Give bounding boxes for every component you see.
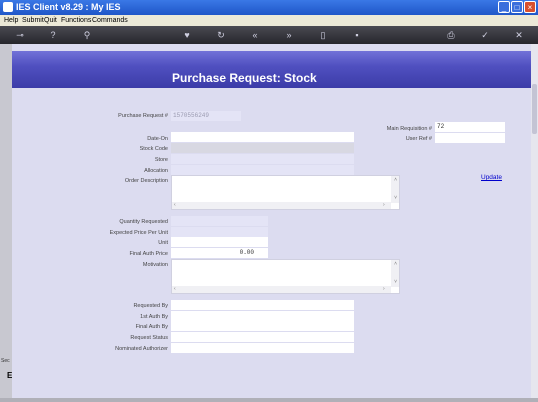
refresh-icon[interactable]: ↻	[214, 29, 228, 41]
menu-help[interactable]: Help	[4, 15, 18, 26]
nominated-authorizer-field[interactable]	[171, 343, 354, 353]
key-icon[interactable]: ⊸	[10, 29, 30, 41]
heart-icon[interactable]: ♥	[180, 29, 194, 41]
store-label: Store	[154, 157, 168, 163]
expected-price-label: Expected Price Per Unit	[109, 230, 168, 236]
request-status-label: Request Status	[130, 335, 168, 341]
stock-code-field[interactable]	[171, 143, 354, 153]
store-field[interactable]	[171, 154, 354, 164]
window-title: IES Client v8.29 : My IES	[16, 2, 121, 12]
page-icon[interactable]: ▪	[350, 29, 364, 41]
order-description-label: Order Description	[124, 178, 168, 184]
forward-icon[interactable]: »	[282, 29, 296, 41]
menu-functions[interactable]: Functions	[61, 15, 91, 26]
date-on-field[interactable]	[171, 132, 354, 142]
page-title: Purchase Request: Stock	[172, 71, 317, 85]
allocation-label: Allocation	[144, 168, 168, 174]
scroll-up-icon[interactable]: ˄	[394, 177, 397, 183]
help-icon[interactable]: ?	[46, 29, 60, 41]
expected-price-field[interactable]	[171, 227, 268, 237]
scrollbar-thumb[interactable]	[532, 84, 537, 134]
minimize-button[interactable]: _	[498, 1, 510, 13]
scroll-up-icon[interactable]: ˄	[394, 261, 397, 267]
vertical-scrollbar[interactable]	[531, 44, 538, 398]
unit-label: Unit	[158, 240, 168, 246]
left-side-strip: Sec E	[0, 44, 12, 398]
allocation-field[interactable]	[171, 165, 354, 175]
app-icon	[3, 2, 13, 12]
scroll-down-icon[interactable]: ˅	[394, 195, 397, 201]
menu-quit[interactable]: Quit	[44, 15, 57, 26]
window-titlebar: IES Client v8.29 : My IES _ □ ×	[0, 0, 538, 15]
user-ref-label: User Ref #	[405, 136, 432, 142]
textarea-horizontal-scrollbar[interactable]	[172, 202, 391, 209]
stock-code-label: Stock Code	[139, 146, 168, 152]
purchase-request-field: 1570556249	[171, 111, 241, 121]
status-bar	[0, 398, 538, 402]
requested-by-field[interactable]	[171, 300, 354, 310]
cancel-icon[interactable]: ✕	[512, 29, 526, 41]
rewind-icon[interactable]: «	[248, 29, 262, 41]
main-requisition-field[interactable]: 72	[435, 122, 505, 132]
page-banner: Purchase Request: Stock	[12, 51, 531, 88]
final-auth-by-field[interactable]	[171, 321, 354, 331]
scroll-left-icon[interactable]: ‹	[174, 286, 176, 292]
check-icon[interactable]: ✓	[478, 29, 492, 41]
final-auth-by-label: Final Auth By	[135, 324, 168, 330]
purchase-request-label: Purchase Request #	[118, 113, 168, 119]
motivation-textarea[interactable]: ‹ › ˄ ˅	[171, 259, 400, 294]
update-link[interactable]: Update	[481, 174, 502, 181]
maximize-button[interactable]: □	[511, 1, 523, 13]
date-on-label: Date-On	[147, 136, 168, 142]
request-status-field[interactable]	[171, 332, 354, 342]
document-icon[interactable]: ▯	[316, 29, 330, 41]
menu-commands[interactable]: Commands	[92, 15, 128, 26]
scroll-down-icon[interactable]: ˅	[394, 279, 397, 285]
final-auth-price-field[interactable]: 0.00	[171, 248, 268, 258]
quantity-requested-field[interactable]	[171, 216, 268, 226]
first-auth-by-label: 1st Auth By	[140, 314, 168, 320]
nominated-authorizer-label: Nominated Authorizer	[115, 346, 168, 352]
menu-bar: Help Submit Quit Functions Commands	[0, 15, 538, 26]
close-button[interactable]: ×	[524, 1, 536, 13]
scroll-right-icon[interactable]: ›	[383, 286, 385, 292]
motivation-label: Motivation	[142, 262, 168, 268]
scroll-right-icon[interactable]: ›	[383, 202, 385, 208]
menu-submit[interactable]: Submit	[22, 15, 44, 26]
print-icon[interactable]: ⎙	[444, 29, 458, 41]
toolbar: ⊸ ? ⚲ ♥ ↻ « » ▯ ▪ ⎙ ✓ ✕	[0, 26, 538, 44]
search-icon[interactable]: ⚲	[80, 29, 94, 41]
requested-by-label: Requested By	[133, 303, 168, 309]
user-ref-field[interactable]	[435, 133, 505, 143]
unit-field[interactable]	[171, 237, 268, 247]
quantity-requested-label: Quantity Requested	[119, 219, 168, 225]
textarea-horizontal-scrollbar[interactable]	[172, 286, 391, 293]
main-requisition-label: Main Requisition #	[386, 126, 432, 132]
scroll-left-icon[interactable]: ‹	[174, 202, 176, 208]
order-description-textarea[interactable]: ‹ › ˄ ˅	[171, 175, 400, 210]
first-auth-by-field[interactable]	[171, 311, 354, 321]
side-label: Sec	[1, 358, 10, 364]
final-auth-price-label: Final Auth Price	[129, 251, 168, 257]
